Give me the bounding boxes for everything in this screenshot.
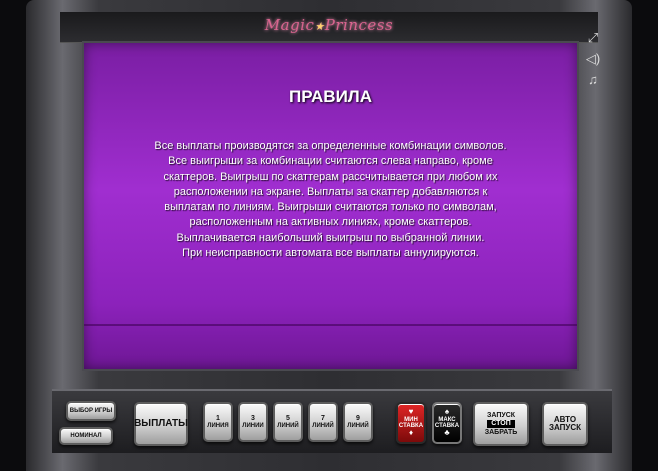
payouts-button[interactable]: ВЫПЛАТЫ <box>134 402 188 446</box>
line-count: 3 <box>251 415 255 423</box>
line-count: 5 <box>286 415 290 423</box>
rules-line: скаттеров. Выигрыш по скаттерам рассчиты… <box>163 170 498 183</box>
heart-icon: ♥ <box>408 407 414 417</box>
auto-label-2: ЗАПУСК <box>548 423 582 432</box>
sound-icon[interactable]: ◁) <box>585 51 601 67</box>
lines-3-button[interactable]: 3 ЛИНИИ <box>238 402 268 442</box>
start-stop-take-button[interactable]: ЗАПУСК СТОП ЗАБРАТЬ <box>473 402 529 446</box>
music-icon[interactable]: ♫ <box>585 72 601 88</box>
rules-line: Все выплаты производятся за определенные… <box>154 140 507 152</box>
denomination-button[interactable]: НОМИНАЛ <box>59 427 113 445</box>
lines-7-button[interactable]: 7 ЛИНИЙ <box>308 402 338 442</box>
rules-title: ПРАВИЛА <box>288 87 373 106</box>
start-label: ЗАПУСК <box>486 411 516 419</box>
stop-label: СТОП <box>487 420 515 428</box>
line-label: ЛИНИЙ <box>277 422 299 429</box>
line-label: ЛИНИЯ <box>207 422 229 429</box>
rules-line: Все выигрыши за комбинации считаются сле… <box>168 155 493 168</box>
game-select-button[interactable]: ВЫБОР ИГРЫ <box>66 401 116 421</box>
lines-9-button[interactable]: 9 ЛИНИЙ <box>343 402 373 442</box>
rules-line: расположении на экране. Выплаты за скатт… <box>173 185 488 198</box>
line-count: 7 <box>321 415 325 423</box>
line-label: ЛИНИИ <box>242 422 264 429</box>
rules-line: Выплачивается наибольший выигрыш по выбр… <box>176 231 485 244</box>
rules-line: расположенным на активных линиях, кроме … <box>189 216 472 229</box>
line-label: ЛИНИЙ <box>347 422 369 429</box>
auto-start-button[interactable]: АВТО ЗАПУСК <box>542 402 588 446</box>
rules-line: выплатам по линиям. Выигрыши считаются т… <box>164 201 497 214</box>
line-count: 1 <box>216 415 220 423</box>
screen-divider <box>84 324 577 326</box>
rules-line: При неисправности автомата все выплаты а… <box>182 247 479 260</box>
line-label: ЛИНИЙ <box>312 422 334 429</box>
lines-5-button[interactable]: 5 ЛИНИЙ <box>273 402 303 442</box>
take-label: ЗАБРАТЬ <box>484 428 518 436</box>
diamond-icon: ♦ <box>408 428 414 438</box>
spade-icon: ♠ <box>444 407 450 417</box>
game-logo: Magic★Princess <box>264 16 394 34</box>
lines-1-button[interactable]: 1 ЛИНИЯ <box>203 402 233 442</box>
max-bet-button[interactable]: ♠ МАКС СТАВКА ♣ <box>432 402 462 444</box>
min-bet-button[interactable]: ♥ МИН СТАВКА ♦ <box>396 402 426 444</box>
fullscreen-icon[interactable]: ⤢ <box>585 30 601 46</box>
club-icon: ♣ <box>444 428 450 438</box>
game-screen: ПРАВИЛА Все выплаты производятся за опре… <box>82 41 579 371</box>
line-count: 9 <box>356 415 360 423</box>
rules-text: Все выплаты производятся за определенные… <box>134 139 527 261</box>
